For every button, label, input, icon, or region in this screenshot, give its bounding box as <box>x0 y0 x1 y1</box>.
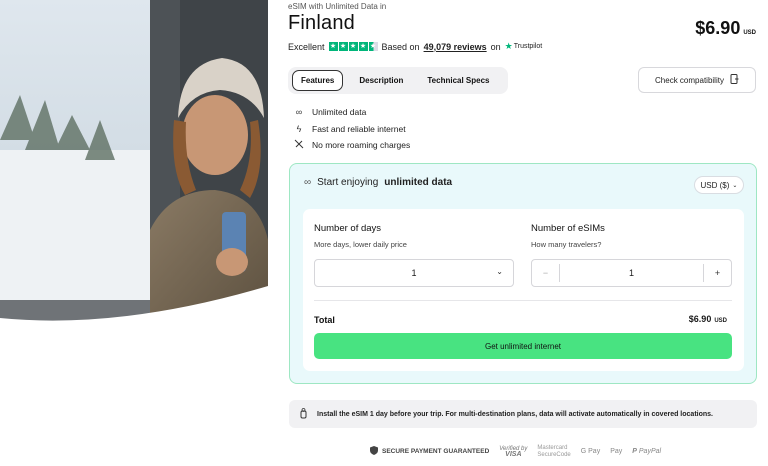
esims-stepper: − 1 + <box>531 259 732 287</box>
feature-text: No more roaming charges <box>312 140 411 151</box>
panel-heading-prefix: Start enjoying <box>317 177 379 188</box>
rating-label: Excellent <box>288 41 325 52</box>
esims-label: Number of eSIMs <box>531 223 605 234</box>
lightning-icon: ϟ <box>296 123 302 134</box>
paypal-text: PayPal <box>638 448 662 455</box>
currency-select[interactable]: USD ($) ⌄ <box>694 176 744 194</box>
secure-payment: SECURE PAYMENT GUARANTEED <box>370 446 489 457</box>
increment-button[interactable]: + <box>703 264 731 282</box>
total-label: Total <box>314 315 335 325</box>
install-note-text: Install the eSIM 1 day before your trip.… <box>317 410 713 418</box>
esims-sublabel: How many travelers? <box>531 240 602 249</box>
divider <box>314 300 732 301</box>
mastercard-text: Mastercard <box>537 445 568 451</box>
days-sublabel: More days, lower daily price <box>314 240 407 249</box>
paypal-icon: P <box>632 448 637 455</box>
check-compatibility-button[interactable]: Check compatibility <box>638 67 756 93</box>
verified-by-visa-logo: Verified by VISA <box>499 446 527 458</box>
check-compatibility-label: Check compatibility <box>655 75 724 85</box>
chevron-down-icon: ⌄ <box>732 182 738 189</box>
visa-text: VISA <box>505 450 522 458</box>
shield-icon <box>370 446 378 457</box>
install-note: Install the eSIM 1 day before your trip.… <box>289 400 757 428</box>
securecode-text: SecureCode <box>537 451 571 458</box>
plan-configurator: Number of days More days, lower daily pr… <box>303 209 744 371</box>
page: eSIM with Unlimited Data in Finland $6.9… <box>0 0 768 466</box>
page-eyebrow: eSIM with Unlimited Data in <box>288 2 387 11</box>
paypal-logo: P PayPal <box>632 448 661 455</box>
feature-item: ϟ Fast and reliable internet <box>294 121 410 138</box>
star-icon: ★ <box>338 42 348 51</box>
currency-value: USD ($) <box>700 180 730 190</box>
chevron-down-icon: ⌄ <box>496 267 503 276</box>
tab-technical-specs[interactable]: Technical Specs <box>419 71 497 90</box>
tab-description[interactable]: Description <box>351 71 411 90</box>
half-star-icon: ★ <box>368 42 378 51</box>
feature-item: No more roaming charges <box>294 137 410 154</box>
hero-image <box>0 0 268 326</box>
google-pay-logo: G Pay <box>580 448 601 455</box>
panel-heading: ∞ Start enjoying unlimited data <box>304 177 452 188</box>
mastercard-securecode-logo: Mastercard SecureCode <box>537 445 570 458</box>
feature-text: Fast and reliable internet <box>312 123 406 134</box>
infinity-icon: ∞ <box>295 107 303 118</box>
purchase-panel: ∞ Start enjoying unlimited data USD ($) … <box>289 163 757 384</box>
rating-stars: ★ ★ ★ ★ ★ <box>328 42 378 51</box>
rating-based-on: Based on <box>381 41 420 52</box>
trustpilot-name: Trustpilot <box>513 43 543 50</box>
tab-bar: Features Description Technical Specs <box>288 67 508 94</box>
price: $6.90 USD <box>695 18 756 39</box>
decrement-button[interactable]: − <box>532 264 560 282</box>
star-icon: ★ <box>328 42 338 51</box>
days-select[interactable]: 1 ⌄ <box>314 259 514 287</box>
infinity-icon: ∞ <box>304 177 312 188</box>
payment-methods: SECURE PAYMENT GUARANTEED Verified by VI… <box>370 445 661 458</box>
price-amount: $6.90 <box>695 18 741 38</box>
apple-pay-text: Pay <box>610 448 623 455</box>
total-price: $6.90 USD <box>689 314 727 324</box>
price-currency: USD <box>743 30 756 36</box>
feature-list: ∞ Unlimited data ϟ Fast and reliable int… <box>294 104 410 154</box>
trustpilot-logo: ★ Trustpilot <box>505 41 543 52</box>
rating-on: on <box>490 41 501 52</box>
feature-text: Unlimited data <box>312 107 367 118</box>
days-label: Number of days <box>314 223 382 234</box>
days-value: 1 <box>411 268 417 278</box>
hand-tap-icon <box>298 407 309 421</box>
no-roaming-icon <box>294 139 304 151</box>
trustpilot-rating: Excellent ★ ★ ★ ★ ★ Based on 49,079 revi… <box>288 41 542 52</box>
secure-payment-text: SECURE PAYMENT GUARANTEED <box>382 448 490 455</box>
star-icon: ★ <box>358 42 368 51</box>
page-title: Finland <box>288 12 355 34</box>
apple-pay-logo: Pay <box>610 448 622 455</box>
total-currency: USD <box>714 318 727 324</box>
trustpilot-star-icon: ★ <box>504 41 513 51</box>
esims-value[interactable]: 1 <box>560 268 703 278</box>
feature-item: ∞ Unlimited data <box>294 104 410 121</box>
star-icon: ★ <box>348 42 358 51</box>
get-unlimited-internet-button[interactable]: Get unlimited internet <box>314 333 732 359</box>
panel-heading-emphasis: unlimited data <box>384 177 453 188</box>
total-amount: $6.90 <box>688 314 712 324</box>
phone-check-icon <box>730 74 739 86</box>
reviews-link[interactable]: 49,079 reviews <box>424 42 487 52</box>
tab-features[interactable]: Features <box>292 70 344 91</box>
